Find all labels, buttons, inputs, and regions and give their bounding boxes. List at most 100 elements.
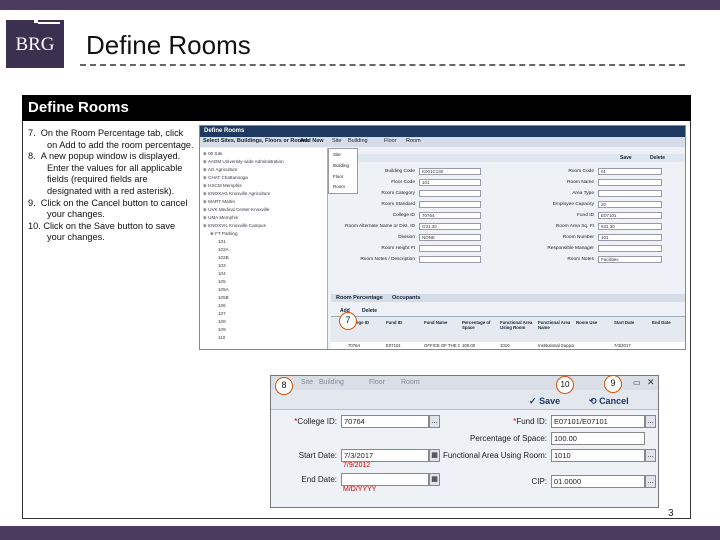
breadcrumb: Select Sites, Buildings, Floors or Rooms xyxy=(203,138,310,144)
left-field-input[interactable]: G31.30 xyxy=(419,223,481,230)
tree-item[interactable]: 102B xyxy=(218,255,229,260)
college-id-input[interactable]: 70764 xyxy=(341,415,429,428)
percentage-input[interactable]: 100.00 xyxy=(551,432,645,445)
tab-occupants[interactable]: Occupants xyxy=(392,295,420,301)
tree-item[interactable]: ⊕ UVK Medical Center Knoxville xyxy=(203,207,269,213)
room-percentage-popup: Site Building Floor Room ▭ ✕ ✓ Save ⟲ Ca… xyxy=(270,375,659,508)
right-field-input[interactable]: 01 xyxy=(598,168,662,175)
tree-item[interactable]: 102A xyxy=(218,247,229,252)
tab-room-percentage[interactable]: Room Percentage xyxy=(336,295,383,301)
cip-input[interactable]: 01.0000 xyxy=(551,475,645,488)
add-new-button[interactable]: Add New xyxy=(300,138,324,144)
step-text: On the Room Percentage tab, click on Add… xyxy=(40,128,194,150)
tree-item[interactable]: ⊕ 00 Site xyxy=(203,151,222,157)
tree-item[interactable]: 108 xyxy=(218,319,226,324)
calendar-icon[interactable]: ▦ xyxy=(429,473,440,486)
cip-lookup-icon[interactable]: … xyxy=(645,475,656,488)
tab-strip xyxy=(331,294,685,302)
grid-column-header[interactable]: End Date xyxy=(652,320,685,325)
cancel-button[interactable]: ⟲ Cancel xyxy=(589,396,629,407)
grid-column-header[interactable]: Functional Area Using Room xyxy=(500,320,536,330)
right-field-input[interactable]: Facilities xyxy=(598,256,662,263)
right-field-input[interactable] xyxy=(598,245,662,252)
tree-item[interactable]: 106 xyxy=(218,303,226,308)
left-field-input[interactable] xyxy=(419,245,481,252)
left-field-input[interactable]: K001C130 xyxy=(419,168,481,175)
fund-id-input[interactable]: E07101/E07101 xyxy=(551,415,645,428)
tree-item[interactable]: ⊕ CHAT Chattanooga xyxy=(203,175,248,181)
college-id-lookup-icon[interactable]: … xyxy=(429,415,440,428)
right-field-input[interactable] xyxy=(598,179,662,186)
tree-item[interactable]: 101 xyxy=(218,239,226,244)
menu-building[interactable]: Building xyxy=(348,138,368,144)
delete-link[interactable]: Delete xyxy=(650,155,665,161)
tree-item[interactable]: ⊕ AADM University-wide Administration xyxy=(203,159,284,165)
left-field-input[interactable] xyxy=(419,256,481,263)
tree-item[interactable]: ⊕ UMA Memphis xyxy=(203,215,238,221)
left-field-label: Room Standard xyxy=(381,202,415,207)
right-field-input[interactable]: 20 xyxy=(598,201,662,208)
dropdown-floor[interactable]: Floor xyxy=(333,174,343,179)
functional-area-input[interactable]: 1010 xyxy=(551,449,645,462)
right-field-input[interactable]: E07101 xyxy=(598,212,662,219)
popup-menu-room: Room xyxy=(401,379,420,386)
left-field-input[interactable]: 70764 xyxy=(419,212,481,219)
left-field-input[interactable] xyxy=(419,190,481,197)
grid-column-header[interactable]: Fund Name xyxy=(424,320,460,325)
popup-menu-building: Building xyxy=(319,379,344,386)
tree-item[interactable]: ⊕ KNOXAG Knoxville Agriculture xyxy=(203,191,270,197)
brg-logo: BRG xyxy=(6,20,64,68)
grid-column-header[interactable]: Start Date xyxy=(614,320,650,325)
right-field-input[interactable]: 631.30 xyxy=(598,223,662,230)
tree-item[interactable]: 105A xyxy=(218,287,229,292)
save-button[interactable]: ✓ Save xyxy=(529,396,560,407)
right-field-label: Room Name xyxy=(567,180,594,185)
callout-10: 10 xyxy=(556,376,574,394)
step-text: Click on the Cancel button to cancel you… xyxy=(40,197,188,220)
start-date-label: Start Date: xyxy=(298,451,337,460)
tree-item[interactable]: 110 xyxy=(218,335,225,340)
tree-item[interactable]: ⊕ KNOXVIL Knoxville Campus xyxy=(203,223,266,229)
right-field-input[interactable]: 101 xyxy=(598,234,662,241)
end-date-input[interactable] xyxy=(341,473,429,486)
grid-column-header[interactable]: Functional Area Name xyxy=(538,320,574,330)
grid-column-header[interactable]: Room Use xyxy=(576,320,612,325)
logo-line xyxy=(38,22,60,24)
tree-item[interactable]: 103 xyxy=(218,263,226,268)
grid-column-header[interactable]: Fund ID xyxy=(386,320,422,325)
left-field-input[interactable]: NONE xyxy=(419,234,481,241)
fund-id-lookup-icon[interactable]: … xyxy=(645,415,656,428)
grid-delete-button[interactable]: Delete xyxy=(362,308,377,314)
menu-site[interactable]: Site xyxy=(332,138,341,144)
step-9: 9. Click on the Cancel button to cancel … xyxy=(28,198,194,221)
tree-item[interactable]: ⊕ HSCM Memphis xyxy=(203,183,242,189)
start-date-input[interactable]: 7/3/2017 xyxy=(341,449,429,462)
minimize-icon[interactable]: ▭ xyxy=(633,378,641,387)
dropdown-site[interactable]: Site xyxy=(333,152,341,157)
left-field-input[interactable] xyxy=(419,201,481,208)
right-field-label: Room Code xyxy=(568,169,594,174)
tree-item[interactable]: 107 xyxy=(218,311,226,316)
right-field-input[interactable] xyxy=(598,190,662,197)
top-accent-bar xyxy=(0,0,720,10)
dropdown-room[interactable]: Room xyxy=(333,184,345,189)
tree-item[interactable]: 104 xyxy=(218,271,226,276)
step-number: 8. xyxy=(28,151,36,162)
grid-column-header[interactable]: Percentage of Space xyxy=(462,320,498,330)
right-field-label: Room Area Sq. Ft xyxy=(555,224,594,229)
menu-room[interactable]: Room xyxy=(406,138,421,144)
tree-item[interactable]: ⊕ MART Martin xyxy=(203,199,235,205)
tree-item[interactable]: 105 xyxy=(218,279,226,284)
left-field-input[interactable]: 101 xyxy=(419,179,481,186)
functional-area-lookup-icon[interactable]: … xyxy=(645,449,656,462)
menu-floor[interactable]: Floor xyxy=(384,138,397,144)
tree-item[interactable]: ⊕ FT Parking xyxy=(210,231,238,237)
close-icon[interactable]: ✕ xyxy=(647,377,655,388)
save-link[interactable]: Save xyxy=(620,155,632,161)
dropdown-building[interactable]: Building xyxy=(333,163,349,168)
tree-item[interactable]: 109 xyxy=(218,327,226,332)
instruction-list: 7. On the Room Percentage tab, click on … xyxy=(28,128,194,244)
tree-item[interactable]: 105B xyxy=(218,295,229,300)
tree-item[interactable]: ⊕ AG Agriculture xyxy=(203,167,238,173)
left-field-label: Room Height Ft xyxy=(381,246,415,251)
